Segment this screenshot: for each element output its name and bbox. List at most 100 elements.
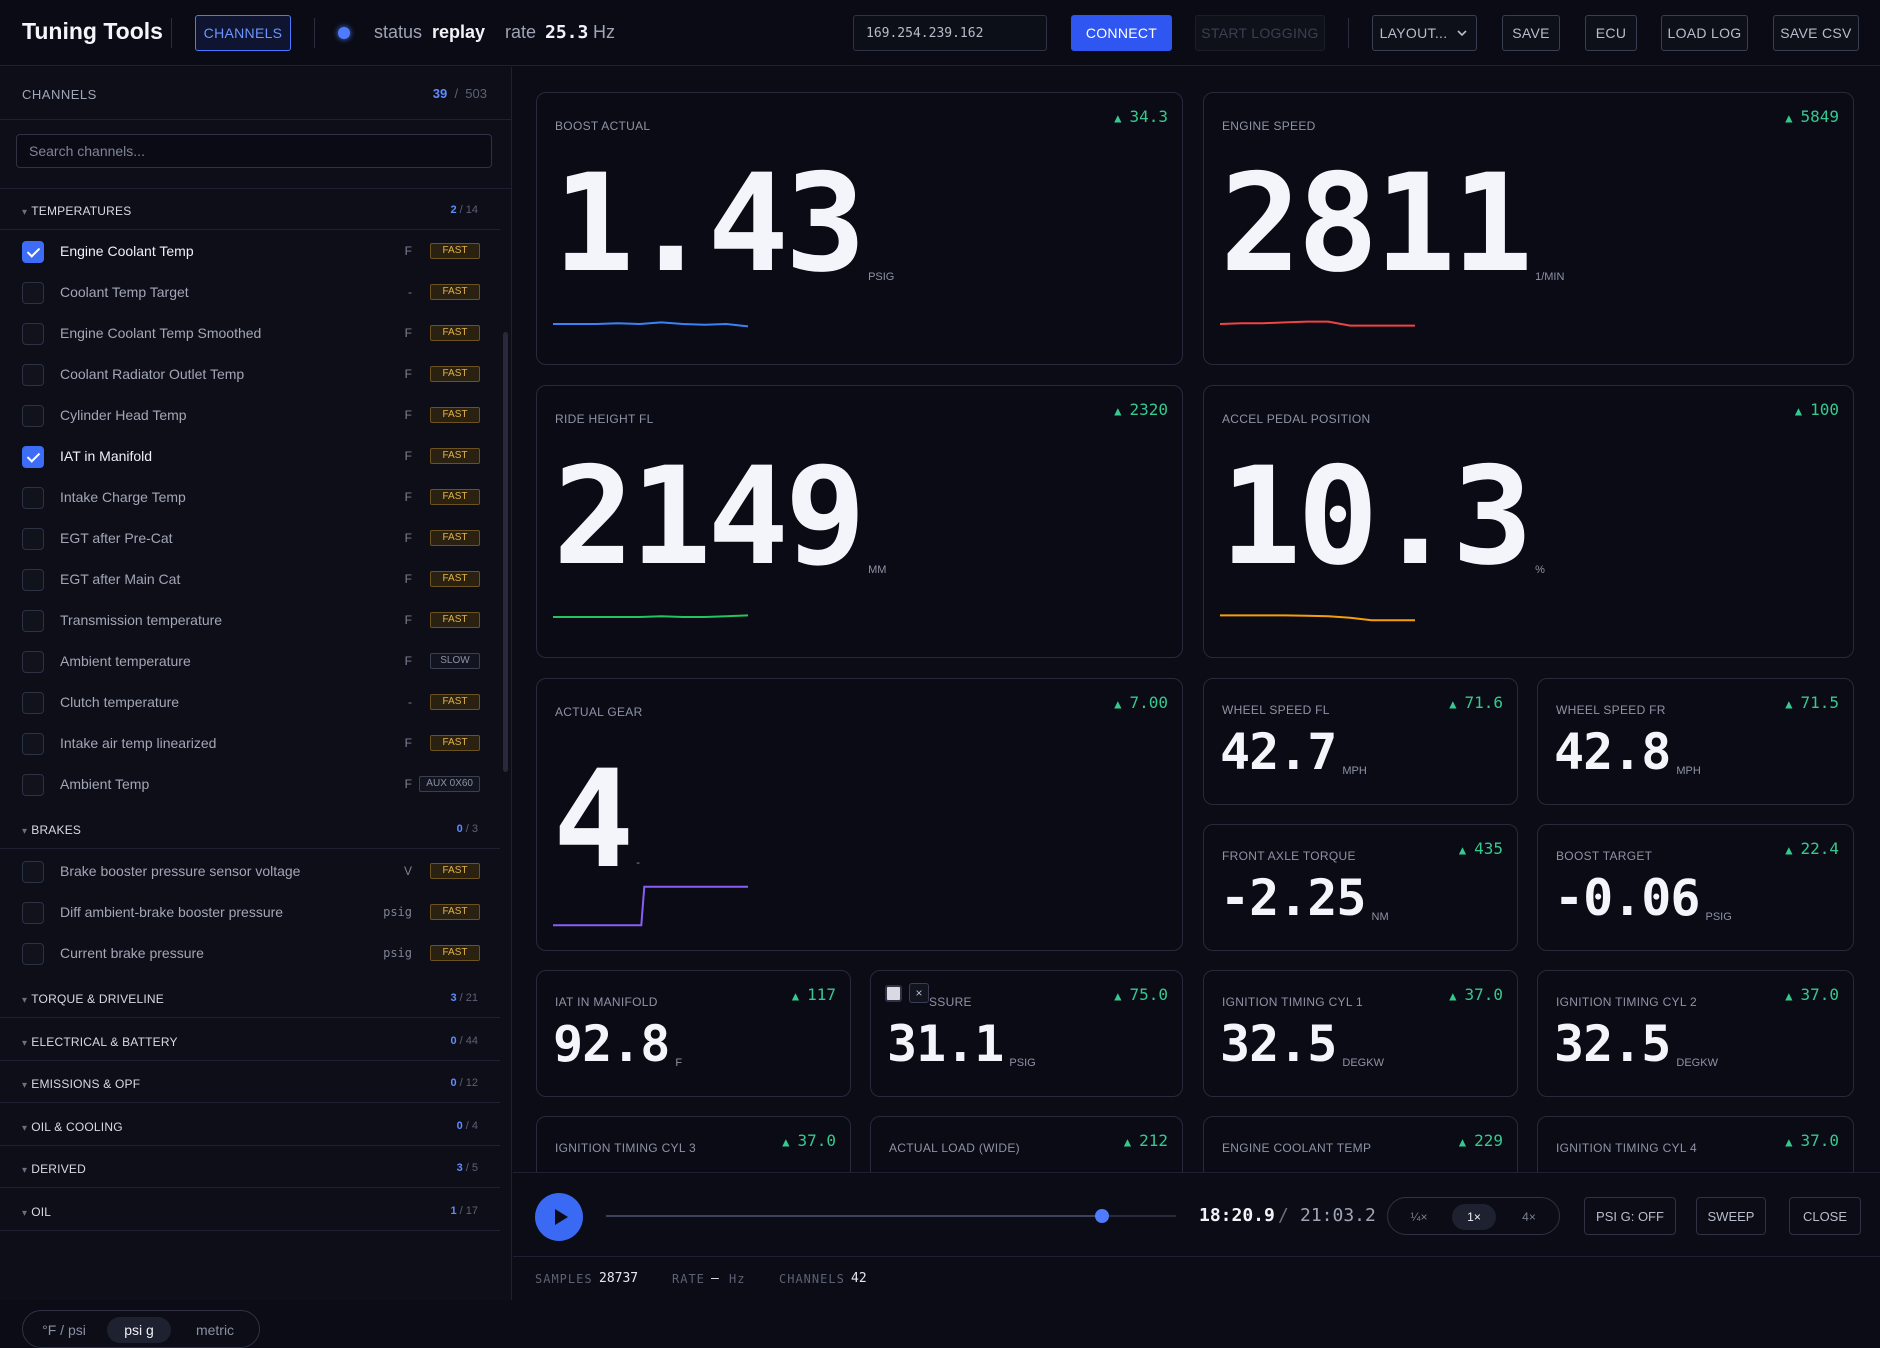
sidebar-scrollbar[interactable] — [503, 332, 508, 772]
channel-label: Intake air temp linearized — [60, 735, 217, 751]
channel-checkbox[interactable] — [22, 446, 44, 468]
channel-row[interactable]: Coolant Temp Target - FAST — [0, 272, 500, 313]
channel-checkbox[interactable] — [22, 861, 44, 883]
gauge-card[interactable]: ACCEL PEDAL POSITION 100 10.3% — [1203, 385, 1854, 658]
gauge-card[interactable]: BOOST TARGET 22.4 -0.06 PSIG — [1537, 824, 1854, 951]
channel-unit: F — [404, 490, 412, 504]
channel-checkbox[interactable] — [22, 733, 44, 755]
psi-g-toggle-button[interactable]: PSI G: OFF — [1584, 1197, 1676, 1235]
gauge-card[interactable]: IGNITION TIMING CYL 4 37.0 — [1537, 1116, 1854, 1172]
load-log-button[interactable]: LOAD LOG — [1661, 15, 1748, 51]
channel-row[interactable]: Coolant Radiator Outlet Temp F FAST — [0, 354, 500, 395]
channel-group-3[interactable]: ELECTRICAL & BATTERY 0 / 44 — [0, 1021, 500, 1061]
channel-row[interactable]: EGT after Pre-Cat F FAST — [0, 518, 500, 559]
channel-row[interactable]: Engine Coolant Temp F FAST — [0, 231, 500, 272]
gauge-card[interactable]: BOOST ACTUAL 34.3 1.43PSIG — [536, 92, 1183, 365]
unit-option-imperial[interactable]: °F / psi — [29, 1317, 99, 1343]
channel-checkbox[interactable] — [22, 902, 44, 924]
layout-dropdown-button[interactable]: LAYOUT... — [1372, 15, 1477, 51]
channel-group-count: 0 / 44 — [450, 1034, 478, 1047]
channel-row[interactable]: Intake Charge Temp F FAST — [0, 477, 500, 518]
channel-search-input[interactable] — [16, 134, 492, 168]
close-button[interactable]: CLOSE — [1789, 1197, 1861, 1235]
channel-group-1[interactable]: BRAKES 0 / 3 — [0, 809, 500, 849]
divider — [0, 188, 511, 189]
speed-quarter[interactable]: ¼× — [1397, 1204, 1441, 1230]
card-select-checkbox[interactable] — [885, 985, 902, 1002]
speed-4x[interactable]: 4× — [1507, 1204, 1551, 1230]
channel-row[interactable]: EGT after Main Cat F FAST — [0, 559, 500, 600]
channel-checkbox[interactable] — [22, 528, 44, 550]
gauge-card[interactable]: WHEEL SPEED FR 71.5 42.8 MPH — [1537, 678, 1854, 805]
channel-checkbox[interactable] — [22, 774, 44, 796]
unit-system-selector: °F / psi psi g metric — [22, 1310, 260, 1348]
gauge-card[interactable]: IGNITION TIMING CYL 2 37.0 32.5 DEGKW — [1537, 970, 1854, 1097]
channel-checkbox[interactable] — [22, 569, 44, 591]
gauge-card[interactable]: ENGINE SPEED 5849 28111/MIN — [1203, 92, 1854, 365]
gauge-card[interactable]: IGNITION TIMING CYL 3 37.0 — [536, 1116, 851, 1172]
channel-rate-tag: FAST — [430, 284, 480, 300]
save-button[interactable]: SAVE — [1502, 15, 1560, 51]
channel-group-6[interactable]: DERIVED 3 / 5 — [0, 1148, 500, 1188]
unit-option-psig[interactable]: psi g — [107, 1317, 171, 1343]
channel-group-5[interactable]: OIL & COOLING 0 / 4 — [0, 1106, 500, 1146]
speed-1x[interactable]: 1× — [1452, 1204, 1496, 1230]
channel-rate-tag: FAST — [430, 448, 480, 464]
start-logging-button[interactable]: START LOGGING — [1195, 15, 1325, 51]
channel-checkbox[interactable] — [22, 364, 44, 386]
channel-row[interactable]: Cylinder Head Temp F FAST — [0, 395, 500, 436]
ecu-button[interactable]: ECU — [1585, 15, 1637, 51]
gauge-title: ENGINE COOLANT TEMP — [1222, 1141, 1372, 1155]
channel-group-0[interactable]: TEMPERATURES 2 / 14 — [0, 190, 500, 230]
channel-group-4[interactable]: EMISSIONS & OPF 0 / 12 — [0, 1063, 500, 1103]
gauge-card[interactable]: SSURE 75.0 × 31.1 PSIG — [870, 970, 1183, 1097]
channel-row[interactable]: Transmission temperature F FAST — [0, 600, 500, 641]
channel-row[interactable]: Ambient temperature F SLOW — [0, 641, 500, 682]
gauge-peak: 34.3 — [1114, 107, 1168, 126]
channel-row[interactable]: Intake air temp linearized F FAST — [0, 723, 500, 764]
gauge-unit: 1/MIN — [1535, 271, 1565, 283]
channel-checkbox[interactable] — [22, 323, 44, 345]
gauge-card[interactable]: ENGINE COOLANT TEMP 229 — [1203, 1116, 1518, 1172]
gauge-card[interactable]: IGNITION TIMING CYL 1 37.0 32.5 DEGKW — [1203, 970, 1518, 1097]
channels-toggle-button[interactable]: CHANNELS — [195, 15, 291, 51]
save-csv-button[interactable]: SAVE CSV — [1773, 15, 1859, 51]
gauge-card[interactable]: ACTUAL LOAD (WIDE) 212 — [870, 1116, 1183, 1172]
channel-checkbox[interactable] — [22, 651, 44, 673]
channel-row[interactable]: IAT in Manifold F FAST — [0, 436, 500, 477]
channel-row[interactable]: Brake booster pressure sensor voltage V FA… — [0, 851, 500, 892]
channel-group-7[interactable]: OIL 1 / 17 — [0, 1191, 500, 1231]
group-selected-count: 1 — [450, 1204, 457, 1217]
timeline-scrubber[interactable] — [606, 1209, 1176, 1223]
channel-rate-tag: FAST — [430, 612, 480, 628]
gauge-card[interactable]: IAT IN MANIFOLD 117 92.8 F — [536, 970, 851, 1097]
ip-address-input[interactable]: 169.254.239.162 — [853, 15, 1047, 51]
gauge-card[interactable]: ACTUAL GEAR 7.00 4- — [536, 678, 1183, 951]
channel-checkbox[interactable] — [22, 692, 44, 714]
card-close-icon[interactable]: × — [909, 983, 929, 1003]
channel-checkbox[interactable] — [22, 487, 44, 509]
channel-row[interactable]: Diff ambient-brake booster pressure psig F… — [0, 892, 500, 933]
channel-checkbox[interactable] — [22, 405, 44, 427]
sweep-button[interactable]: SWEEP — [1696, 1197, 1766, 1235]
play-button[interactable] — [535, 1193, 583, 1241]
connect-button[interactable]: CONNECT — [1071, 15, 1172, 51]
gauge-value: -2.25 — [1220, 869, 1367, 927]
gauge-card[interactable]: FRONT AXLE TORQUE 435 -2.25 NM — [1203, 824, 1518, 951]
timeline-thumb[interactable] — [1094, 1209, 1109, 1223]
gauge-title: FRONT AXLE TORQUE — [1222, 849, 1356, 863]
channel-row[interactable]: Engine Coolant Temp Smoothed F FAST — [0, 313, 500, 354]
gauge-card[interactable]: RIDE HEIGHT FL 2320 2149MM — [536, 385, 1183, 658]
gauge-title: ACTUAL GEAR — [555, 705, 643, 719]
channel-checkbox[interactable] — [22, 282, 44, 304]
unit-option-metric[interactable]: metric — [179, 1317, 251, 1343]
gauge-card[interactable]: WHEEL SPEED FL 71.6 42.7 MPH — [1203, 678, 1518, 805]
channel-row[interactable]: Clutch temperature - FAST — [0, 682, 500, 723]
channel-row[interactable]: Ambient Temp F AUX 0X60 — [0, 764, 500, 805]
channel-checkbox[interactable] — [22, 943, 44, 965]
channel-group-2[interactable]: TORQUE & DRIVELINE 3 / 21 — [0, 978, 500, 1018]
channel-label: Ambient Temp — [60, 776, 150, 792]
channel-checkbox[interactable] — [22, 610, 44, 632]
channel-row[interactable]: Current brake pressure psig FAST — [0, 933, 500, 974]
channel-checkbox[interactable] — [22, 241, 44, 263]
